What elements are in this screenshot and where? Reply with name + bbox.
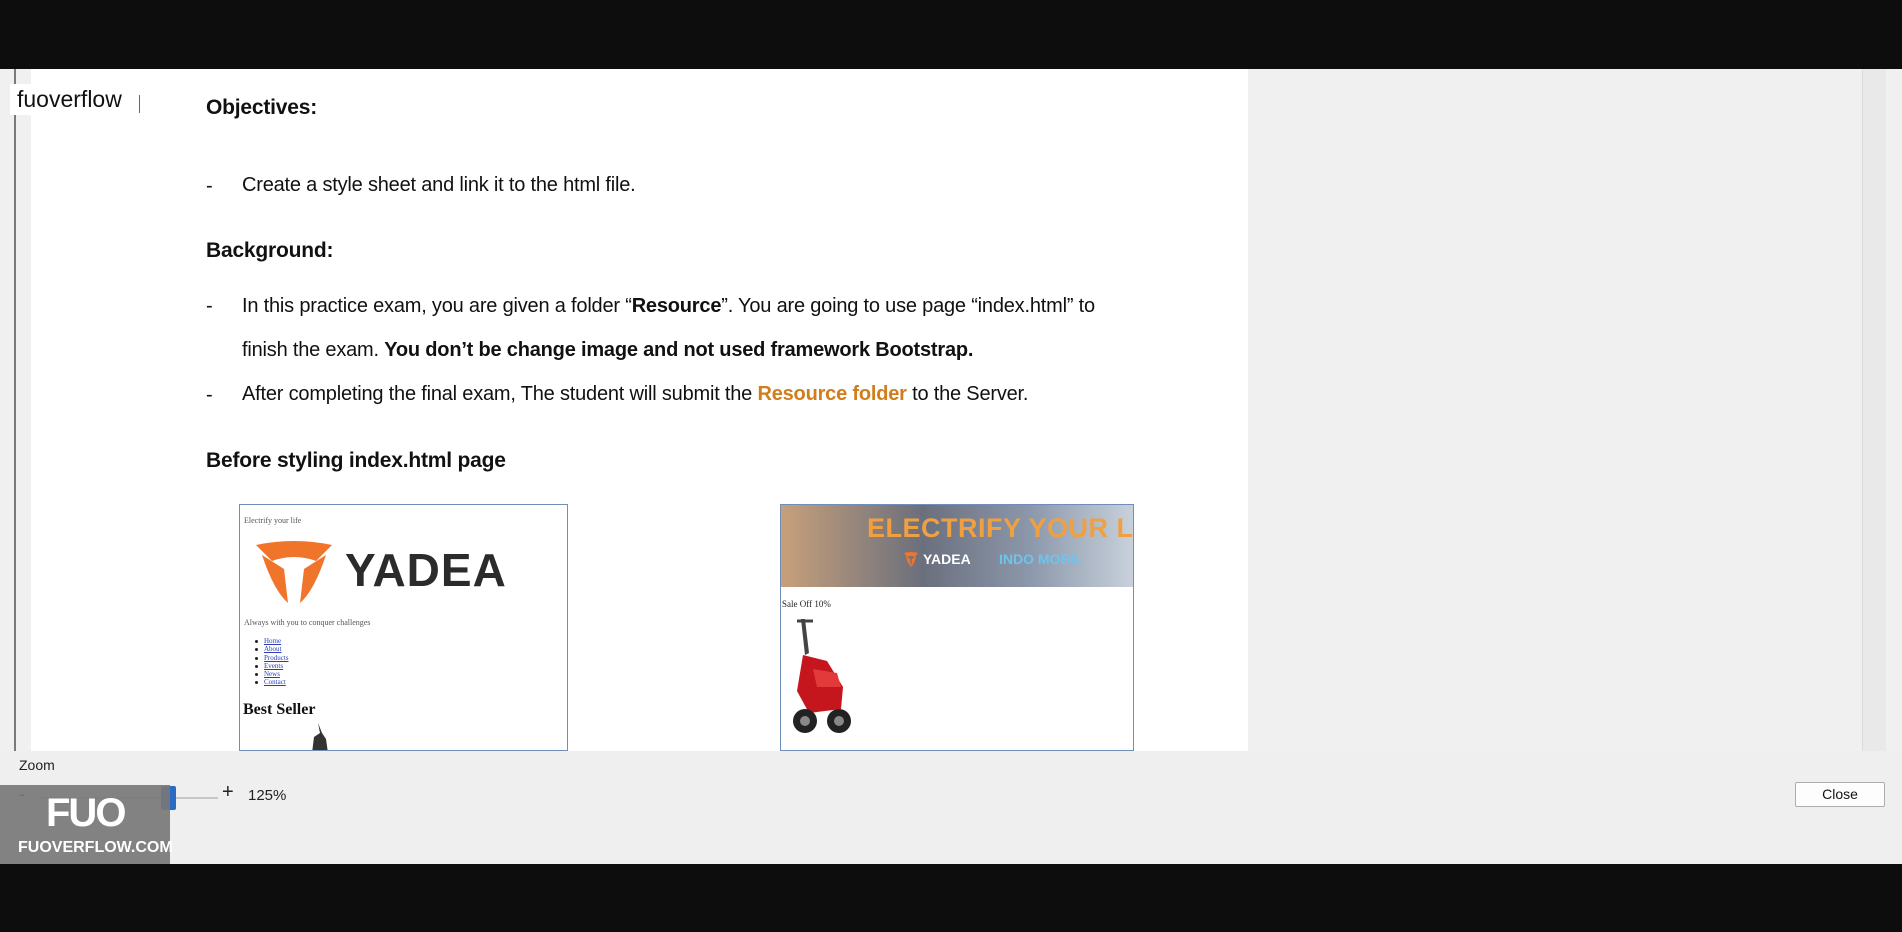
bullet-dash: - <box>206 384 213 406</box>
text-run: In this practice exam, you are given a f… <box>242 295 632 317</box>
objective-item: Create a style sheet and link it to the … <box>242 174 636 196</box>
text-run: After completing the final exam, The stu… <box>242 383 758 405</box>
screenshot-nav-link: Events <box>252 662 289 670</box>
screenshot-top-text: Electrify your life <box>244 516 302 525</box>
vertical-scrollbar[interactable] <box>1862 69 1886 751</box>
resource-word: Resource <box>631 295 722 317</box>
styled-page-screenshot: ELECTRIFY YOUR LIFE YADEA INDO MOBIL Sal… <box>780 504 1134 751</box>
zoom-label: Zoom <box>19 757 55 773</box>
left-border <box>14 69 16 751</box>
bullet-dash: - <box>206 175 213 197</box>
logo-text: YADEA <box>345 544 507 596</box>
document-viewport[interactable]: Objectives: - Create a style sheet and l… <box>0 69 1902 751</box>
background-item-1-continued: finish the exam. You don’t be change ima… <box>242 339 973 362</box>
sale-off-text: Sale Off 10% <box>782 599 831 609</box>
brand-label: fuoverflow <box>10 84 129 115</box>
screenshot-nav-list: Home About Products Events News Contact <box>252 637 289 687</box>
best-seller-heading: Best Seller <box>243 701 316 718</box>
bullet-dash: - <box>206 295 213 317</box>
text-run: ”. You are going to use page “index.html… <box>721 295 1095 317</box>
screenshot-nav-link: Products <box>252 654 289 662</box>
before-styling-heading: Before styling index.html page <box>206 449 506 472</box>
watermark: FUO FUOVERFLOW.COM <box>0 785 173 864</box>
watermark-site: FUOVERFLOW.COM <box>18 839 173 856</box>
text-run: to the Server. <box>906 383 1029 405</box>
text-caret <box>139 95 140 113</box>
close-button[interactable]: Close <box>1795 782 1885 807</box>
screenshot-tagline: Always with you to conquer challenges <box>244 618 371 627</box>
top-letterbox <box>0 0 1902 69</box>
screenshot-nav-link: Contact <box>252 678 289 686</box>
yadea-mark-icon <box>904 552 918 567</box>
banner-title: ELECTRIFY YOUR LIFE <box>867 513 1134 543</box>
objectives-heading: Objectives: <box>206 96 318 119</box>
yadea-logo-icon <box>256 541 332 603</box>
watermark-logo: FUO <box>46 791 126 835</box>
bottom-letterbox <box>0 864 1902 932</box>
zoom-value: 125% <box>248 787 287 804</box>
scooter-thumbnail-icon <box>312 723 328 750</box>
screenshot-nav-link: About <box>252 645 289 653</box>
zoom-in-button[interactable]: + <box>222 781 238 803</box>
banner-brand: YADEA <box>923 551 971 567</box>
scooter-image-icon <box>793 619 851 733</box>
bold-instruction: You don’t be change image and not used f… <box>384 339 974 361</box>
screenshot-nav-link: Home <box>252 637 289 645</box>
resource-folder-highlight: Resource folder <box>757 383 907 405</box>
document-viewer-window: Objectives: - Create a style sheet and l… <box>0 69 1902 864</box>
text-run: finish the exam. <box>242 339 385 361</box>
document-page: Objectives: - Create a style sheet and l… <box>31 69 1248 751</box>
screenshot-nav-link: News <box>252 670 289 678</box>
screenshot-banner: ELECTRIFY YOUR LIFE YADEA INDO MOBIL <box>781 505 1134 587</box>
background-item-2: After completing the final exam, The stu… <box>242 383 1028 406</box>
banner-partner: INDO MOBIL <box>999 551 1083 567</box>
background-heading: Background: <box>206 239 334 262</box>
background-item-1: In this practice exam, you are given a f… <box>242 295 1095 318</box>
unstyled-page-screenshot: Electrify your life YADEA Always with yo… <box>239 504 568 751</box>
